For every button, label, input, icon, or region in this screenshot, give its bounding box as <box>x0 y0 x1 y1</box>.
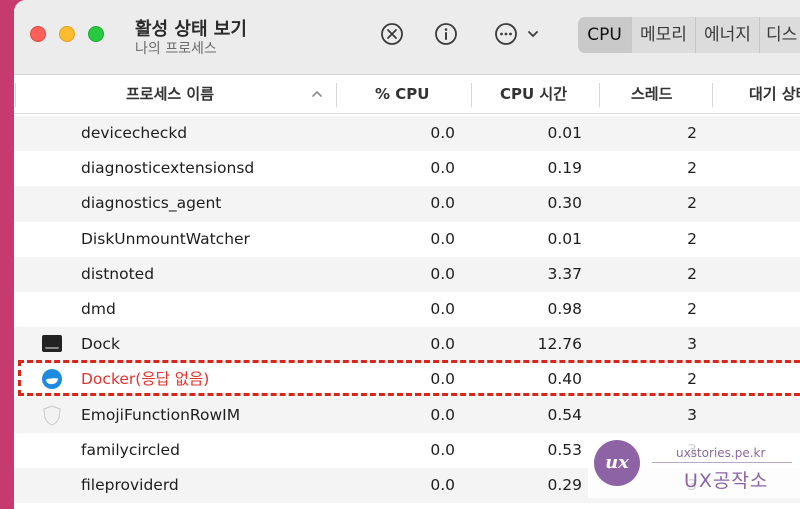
threads-cell: 2 <box>687 229 697 248</box>
cpu-percent-cell: 0.0 <box>430 124 455 142</box>
not-responding-highlight <box>18 360 800 396</box>
column-header-process-name[interactable]: 프로세스 이름 <box>126 75 214 113</box>
info-icon <box>435 23 457 45</box>
table-row[interactable]: diagnostics_agent 0.0 0.30 2 <box>14 186 800 222</box>
tab-cpu[interactable]: CPU <box>578 17 632 53</box>
cpu-time-cell: 0.30 <box>547 194 582 213</box>
process-name-cell: dmd <box>81 299 116 318</box>
table-row[interactable]: diagnosticextensionsd 0.0 0.19 2 <box>14 151 800 186</box>
process-name-cell: fileproviderd <box>81 475 179 494</box>
column-header-cpu-time[interactable]: CPU 시간 <box>500 75 567 113</box>
table-row[interactable]: distnoted 0.0 3.37 2 <box>14 256 800 292</box>
tab-energy[interactable]: 에너지 <box>696 17 760 53</box>
process-name-cell: DiskUnmountWatcher <box>81 229 250 248</box>
cpu-percent-cell: 0.0 <box>430 405 455 424</box>
process-name-cell: distnoted <box>81 264 155 283</box>
table-header: 프로세스 이름 % CPU CPU 시간 스레드 대기 상태 <box>14 75 800 114</box>
zoom-window-button[interactable] <box>88 26 104 42</box>
tab-disk[interactable]: 디스 <box>760 17 800 53</box>
table-row[interactable]: EmojiFunctionRowIM 0.0 0.54 3 <box>14 397 800 433</box>
column-divider <box>336 83 337 107</box>
watermark-name: UX공작소 <box>684 470 769 492</box>
table-row[interactable]: Dock 0.0 12.76 3 <box>14 327 800 363</box>
threads-cell: 2 <box>687 124 697 142</box>
cpu-time-cell: 12.76 <box>537 335 582 354</box>
minimize-window-button[interactable] <box>59 26 75 42</box>
column-header-cpu-percent[interactable]: % CPU <box>375 75 429 113</box>
more-actions-button[interactable] <box>494 22 542 46</box>
watermark: ux uxstories.pe.kr UX공작소 <box>588 436 800 498</box>
cpu-time-cell: 0.19 <box>547 159 582 178</box>
process-name-cell: EmojiFunctionRowIM <box>81 405 241 424</box>
window-subtitle: 나의 프로세스 <box>135 41 217 57</box>
ellipsis-circle-icon <box>495 23 538 45</box>
threads-cell: 2 <box>687 264 697 283</box>
column-header-idle-wakeups[interactable]: 대기 상태 <box>749 75 800 113</box>
close-window-button[interactable] <box>30 26 46 42</box>
column-divider <box>471 83 472 107</box>
column-divider <box>599 83 600 107</box>
sort-ascending-indicator <box>310 75 330 113</box>
x-circle-icon <box>381 23 403 45</box>
shield-icon <box>41 404 63 426</box>
cpu-percent-cell: 0.0 <box>430 440 455 459</box>
process-name-cell: familycircled <box>81 440 180 459</box>
watermark-logo: ux <box>594 440 640 486</box>
cpu-percent-cell: 0.0 <box>430 264 455 283</box>
process-name-cell: diagnostics_agent <box>81 194 222 213</box>
cpu-percent-cell: 0.0 <box>430 299 455 318</box>
threads-cell: 2 <box>687 194 697 213</box>
dock-icon <box>41 333 63 355</box>
table-row[interactable]: devicecheckd 0.0 0.01 2 <box>14 116 800 152</box>
table-row[interactable]: dmd 0.0 0.98 2 <box>14 292 800 327</box>
cpu-percent-cell: 0.0 <box>430 229 455 248</box>
cpu-percent-cell: 0.0 <box>430 335 455 354</box>
process-name-cell: devicecheckd <box>81 124 188 142</box>
cpu-time-cell: 0.53 <box>547 440 582 459</box>
threads-cell: 2 <box>687 159 697 178</box>
cpu-percent-cell: 0.0 <box>430 194 455 213</box>
column-divider <box>15 83 16 107</box>
cpu-percent-cell: 0.0 <box>430 475 455 494</box>
activity-monitor-window: 활성 상태 보기 나의 프로세스 CPU 메모리 에너지 디스 프로세스 이름 … <box>14 0 800 509</box>
table-row[interactable]: DiskUnmountWatcher 0.0 0.01 2 <box>14 222 800 257</box>
process-name-cell: Dock <box>81 335 120 354</box>
title-bar: 활성 상태 보기 나의 프로세스 CPU 메모리 에너지 디스 <box>14 0 800 75</box>
watermark-url: uxstories.pe.kr <box>676 446 766 460</box>
cpu-time-cell: 0.01 <box>547 124 582 142</box>
column-header-threads[interactable]: 스레드 <box>631 75 672 113</box>
cpu-time-cell: 0.54 <box>547 405 582 424</box>
cpu-time-cell: 3.37 <box>547 264 582 283</box>
tab-memory[interactable]: 메모리 <box>632 17 696 53</box>
watermark-divider <box>652 462 792 463</box>
threads-cell: 3 <box>687 405 697 424</box>
cpu-percent-cell: 0.0 <box>430 159 455 178</box>
inspect-process-button[interactable] <box>434 22 458 46</box>
watermark-logo-text: ux <box>605 452 629 473</box>
cpu-time-cell: 0.01 <box>547 229 582 248</box>
threads-cell: 3 <box>687 335 697 354</box>
stop-process-button[interactable] <box>380 22 404 46</box>
cpu-time-cell: 0.29 <box>547 475 582 494</box>
process-name-cell: diagnosticextensionsd <box>81 159 255 178</box>
cpu-time-cell: 0.98 <box>547 299 582 318</box>
column-divider <box>712 83 713 107</box>
chevron-up-icon <box>312 90 322 97</box>
threads-cell: 2 <box>687 299 697 318</box>
view-tabs: CPU 메모리 에너지 디스 <box>578 17 800 53</box>
